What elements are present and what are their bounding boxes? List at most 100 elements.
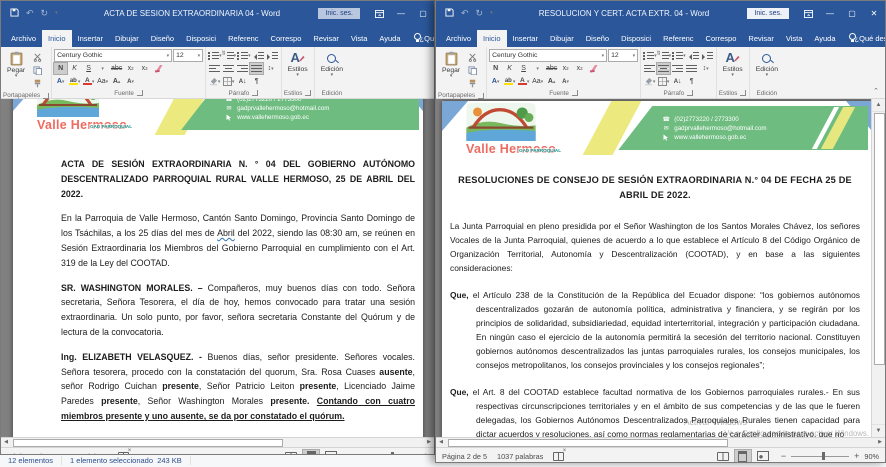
zoom-in-icon[interactable]: + xyxy=(854,452,859,461)
editing-button[interactable]: Edición▾ xyxy=(752,49,782,78)
styles-button[interactable]: A Estilos▾ xyxy=(284,49,312,78)
font-name-select[interactable]: Century Gothic▾ xyxy=(54,49,172,62)
tab-ayuda[interactable]: Ayuda xyxy=(808,30,841,47)
font-color-icon[interactable]: A▾ xyxy=(82,76,95,87)
format-painter-icon[interactable] xyxy=(466,78,479,89)
editing-button[interactable]: Edición▾ xyxy=(317,49,347,78)
sort-icon[interactable]: A↓ xyxy=(671,76,684,87)
underline-menu-icon[interactable]: ▾ xyxy=(96,63,109,74)
tab-referencias[interactable]: Referenc xyxy=(222,30,264,47)
numbering-icon[interactable]: ▾ xyxy=(223,50,237,61)
document-text[interactable]: ACTA DE SESIÓN EXTRAORDINARIA N. ° 04 DE… xyxy=(13,143,423,437)
dialog-launcher-icon[interactable] xyxy=(252,90,258,96)
underline-menu-icon[interactable]: ▾ xyxy=(531,63,544,74)
bold-button[interactable]: N xyxy=(489,63,502,74)
justify-icon[interactable] xyxy=(685,63,698,74)
styles-button[interactable]: A Estilos▾ xyxy=(719,49,747,78)
strikethrough-button[interactable]: abc xyxy=(545,63,558,74)
scroll-up-icon[interactable]: ▲ xyxy=(872,99,885,112)
tab-inicio[interactable]: Inicio xyxy=(477,30,507,47)
redo-icon[interactable]: ↻ xyxy=(41,9,49,18)
zoom-in-icon[interactable]: + xyxy=(423,452,428,456)
bullets-icon[interactable]: ▾ xyxy=(208,50,222,61)
justify-icon[interactable] xyxy=(250,63,263,74)
paste-button[interactable]: Pegar▾ xyxy=(438,49,464,79)
clear-formatting-icon[interactable] xyxy=(152,63,165,74)
scrollbar-thumb[interactable] xyxy=(13,439,283,447)
scroll-down-icon[interactable]: ▼ xyxy=(872,424,885,437)
web-layout-icon[interactable] xyxy=(323,450,339,455)
highlight-color-icon[interactable]: ab▾ xyxy=(68,76,81,87)
align-left-icon[interactable] xyxy=(208,63,221,74)
collapse-ribbon-icon[interactable]: ⌃ xyxy=(873,87,879,95)
borders-icon[interactable]: ▾ xyxy=(657,76,670,87)
tab-disposicion[interactable]: Disposici xyxy=(615,30,657,47)
sign-in-button[interactable]: Inic. ses. xyxy=(318,8,360,19)
scroll-right-icon[interactable]: ▶ xyxy=(424,438,434,447)
proofing-icon[interactable] xyxy=(553,452,564,461)
vertical-scrollbar[interactable]: ▲ ▼ xyxy=(871,99,885,437)
tab-archivo[interactable]: Archivo xyxy=(5,30,42,47)
underline-button[interactable]: S xyxy=(82,63,95,74)
superscript-button[interactable]: x2 xyxy=(138,63,151,74)
tab-insertar[interactable]: Insertar xyxy=(507,30,544,47)
tab-diseno[interactable]: Diseño xyxy=(145,30,180,47)
tab-correspondencia[interactable]: Correspo xyxy=(265,30,308,47)
align-center-icon[interactable] xyxy=(657,63,670,74)
align-center-icon[interactable] xyxy=(222,63,235,74)
decrease-indent-icon[interactable] xyxy=(687,50,700,61)
subscript-button[interactable]: x2 xyxy=(559,63,572,74)
web-layout-icon[interactable] xyxy=(755,450,771,462)
sign-in-button[interactable]: Inic. ses. xyxy=(747,8,789,19)
line-spacing-icon[interactable]: ↕▾ xyxy=(264,63,277,74)
maximize-button[interactable]: ▢ xyxy=(412,1,434,26)
sort-icon[interactable]: A↓ xyxy=(236,76,249,87)
redo-icon[interactable]: ↻ xyxy=(476,9,484,18)
change-case-icon[interactable]: Aa▾ xyxy=(531,76,544,87)
horizontal-scrollbar[interactable]: ◀ ▶ xyxy=(436,437,885,447)
dialog-launcher-icon[interactable] xyxy=(43,93,49,99)
tab-vista[interactable]: Vista xyxy=(780,30,809,47)
zoom-percentage[interactable]: 90% xyxy=(864,452,879,461)
dialog-launcher-icon[interactable] xyxy=(740,90,746,96)
font-size-select[interactable]: 12▾ xyxy=(608,49,638,62)
shading-icon[interactable]: ▾ xyxy=(208,76,221,87)
font-name-select[interactable]: Century Gothic▾ xyxy=(489,49,607,62)
dialog-launcher-icon[interactable] xyxy=(687,90,693,96)
cut-icon[interactable] xyxy=(466,52,479,63)
tab-revisar[interactable]: Revisar xyxy=(742,30,779,47)
show-marks-icon[interactable]: ¶ xyxy=(250,76,263,87)
qat-customize-icon[interactable]: ▾ xyxy=(490,11,493,16)
dialog-launcher-icon[interactable] xyxy=(478,93,484,99)
scroll-left-icon[interactable]: ◀ xyxy=(1,438,11,447)
font-size-select[interactable]: 12▾ xyxy=(173,49,203,62)
bold-button[interactable]: N xyxy=(54,63,67,74)
undo-icon[interactable]: ↶ xyxy=(26,9,34,18)
paste-button[interactable]: Pegar▾ xyxy=(3,49,29,79)
maximize-button[interactable]: ▢ xyxy=(841,1,863,26)
multilevel-list-icon[interactable]: ▾ xyxy=(672,50,686,61)
increase-indent-icon[interactable] xyxy=(701,50,714,61)
tab-vista[interactable]: Vista xyxy=(345,30,374,47)
italic-button[interactable]: K xyxy=(68,63,81,74)
line-spacing-icon[interactable]: ↕▾ xyxy=(699,63,712,74)
align-right-icon[interactable] xyxy=(671,63,684,74)
italic-button[interactable]: K xyxy=(503,63,516,74)
underline-button[interactable]: S xyxy=(517,63,530,74)
highlight-color-icon[interactable]: ab▾ xyxy=(503,76,516,87)
decrease-indent-icon[interactable] xyxy=(252,50,265,61)
zoom-slider[interactable] xyxy=(791,456,849,457)
page-indicator[interactable]: Página 1 de 5 xyxy=(7,452,52,456)
dialog-launcher-icon[interactable] xyxy=(572,90,578,96)
shading-icon[interactable]: ▾ xyxy=(643,76,656,87)
superscript-button[interactable]: x2 xyxy=(573,63,586,74)
font-color-icon[interactable]: A▾ xyxy=(517,76,530,87)
shrink-font-icon[interactable]: A▾ xyxy=(124,76,137,87)
tab-dibujar[interactable]: Dibujar xyxy=(109,30,145,47)
multilevel-list-icon[interactable]: ▾ xyxy=(237,50,251,61)
ribbon-display-options-icon[interactable] xyxy=(368,1,390,26)
document-page[interactable]: ☎(02)2773220 / 2773300 ✉gadprvallehermos… xyxy=(13,99,423,437)
tab-insertar[interactable]: Insertar xyxy=(72,30,109,47)
show-marks-icon[interactable]: ¶ xyxy=(685,76,698,87)
dialog-launcher-icon[interactable] xyxy=(305,90,311,96)
